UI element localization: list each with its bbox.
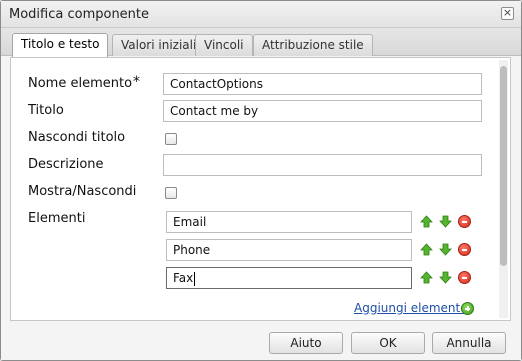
nascondi-titolo-checkbox[interactable] bbox=[165, 133, 177, 145]
arrow-down-icon[interactable] bbox=[439, 215, 452, 228]
add-element-link[interactable]: Aggiungi elemento bbox=[354, 301, 468, 315]
arrow-up-icon[interactable] bbox=[420, 271, 433, 284]
titolo-field[interactable]: Contact me by bbox=[163, 100, 482, 122]
help-button[interactable]: Aiuto bbox=[269, 332, 343, 354]
dialog-title: Modifica componente bbox=[9, 7, 150, 22]
nascondi-titolo-label: Nascondi titolo bbox=[28, 130, 126, 145]
cancel-button[interactable]: Annulla bbox=[432, 332, 506, 354]
tab-titolo-e-testo[interactable]: Titolo e testo bbox=[12, 33, 109, 57]
nome-elemento-label: Nome elemento* bbox=[28, 74, 141, 91]
elemento-field-fax[interactable]: Fax bbox=[166, 267, 412, 289]
dialog-titlebar[interactable]: Modifica componente × bbox=[1, 1, 521, 28]
arrow-up-icon[interactable] bbox=[420, 243, 433, 256]
tab-valori-iniziali[interactable]: Valori iniziali bbox=[112, 34, 206, 56]
elemento-field-email[interactable]: Email bbox=[166, 211, 412, 233]
remove-icon[interactable] bbox=[458, 243, 471, 256]
elemento-fax-text: Fax bbox=[173, 271, 194, 285]
tab-bar: Titolo e testo Valori iniziali Vincoli A… bbox=[1, 28, 521, 57]
arrow-down-icon[interactable] bbox=[439, 243, 452, 256]
tab-panel: Nome elemento* ContactOptions Titolo Con… bbox=[10, 57, 511, 321]
tab-vincoli[interactable]: Vincoli bbox=[195, 34, 253, 56]
elementi-label: Elementi bbox=[28, 211, 86, 226]
remove-icon[interactable] bbox=[458, 271, 471, 284]
tab-attribuzione-stile[interactable]: Attribuzione stile bbox=[253, 34, 373, 56]
titolo-label: Titolo bbox=[28, 103, 64, 118]
arrow-up-icon[interactable] bbox=[420, 215, 433, 228]
add-icon[interactable] bbox=[461, 302, 474, 315]
mostra-nascondi-checkbox[interactable] bbox=[165, 187, 177, 199]
panel-scrollbar[interactable] bbox=[499, 60, 508, 318]
arrow-down-icon[interactable] bbox=[439, 271, 452, 284]
required-marker: * bbox=[133, 74, 141, 90]
descrizione-label: Descrizione bbox=[28, 157, 104, 172]
remove-icon[interactable] bbox=[458, 215, 471, 228]
close-icon[interactable]: × bbox=[501, 7, 514, 20]
elemento-field-phone[interactable]: Phone bbox=[166, 239, 412, 261]
descrizione-field[interactable] bbox=[163, 154, 482, 176]
nome-elemento-field[interactable]: ContactOptions bbox=[163, 73, 482, 95]
scrollbar-thumb[interactable] bbox=[500, 66, 507, 266]
mostra-nascondi-label: Mostra/Nascondi bbox=[28, 184, 137, 199]
edit-component-dialog: Modifica componente × Titolo e testo Val… bbox=[0, 0, 522, 361]
dialog-footer: Aiuto OK Annulla bbox=[1, 323, 521, 360]
text-caret bbox=[194, 271, 196, 286]
ok-button[interactable]: OK bbox=[351, 332, 425, 354]
